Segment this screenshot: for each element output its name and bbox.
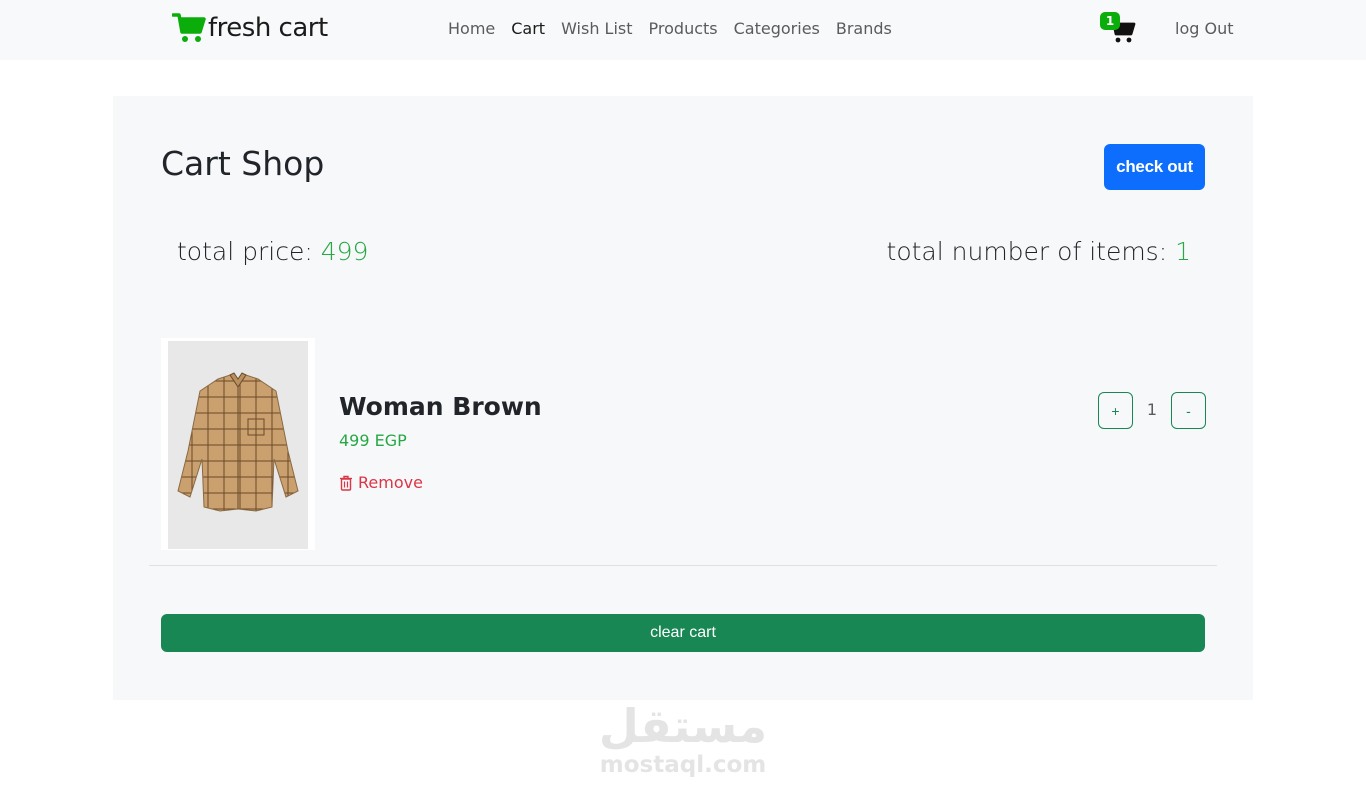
product-image-backdrop [168,341,308,549]
product-name: Woman Brown [339,392,542,421]
item-divider [149,565,1217,566]
total-price-value: 499 [320,237,369,266]
checkout-button[interactable]: check out [1104,144,1205,190]
total-price: total price: 499 [177,237,368,266]
nav-link-cart[interactable]: Cart [503,19,553,38]
total-price-label: total price: [177,237,321,266]
cart-panel: Cart Shop check out total price: 499 tot… [113,96,1253,700]
navbar: fresh cart Home Cart Wish List Products … [0,0,1366,60]
remove-label: Remove [358,473,423,492]
nav-cart-button[interactable]: 1 [1100,12,1140,46]
cart-count-badge: 1 [1100,12,1120,30]
shirt-image [177,372,299,512]
watermark-arabic: مستقل [598,699,768,753]
nav-link-brands[interactable]: Brands [828,19,900,38]
quantity-value: 1 [1146,400,1158,419]
total-items-value: 1 [1175,237,1191,266]
nav-link-products[interactable]: Products [641,19,726,38]
remove-item-button[interactable]: Remove [339,473,423,492]
watermark-latin: mostaql.com [599,752,767,778]
quantity-decrease-button[interactable]: - [1171,392,1206,429]
total-items: total number of items: 1 [887,237,1191,266]
clear-cart-button[interactable]: clear cart [161,614,1205,652]
trash-icon [340,475,352,491]
quantity-increase-button[interactable]: + [1098,392,1133,429]
nav-links: Home Cart Wish List Products Categories … [440,19,900,38]
shopping-cart-icon [172,13,206,42]
nav-link-categories[interactable]: Categories [726,19,828,38]
product-price: 499 EGP [339,431,407,450]
total-items-label: total number of items: [886,237,1176,266]
nav-link-home[interactable]: Home [440,19,503,38]
brand-name: fresh cart [208,13,328,43]
nav-link-wish-list[interactable]: Wish List [553,19,640,38]
logout-link[interactable]: log Out [1175,19,1233,38]
product-image [161,338,315,550]
brand-logo[interactable]: fresh cart [172,10,328,46]
watermark-logo: مستقل mostaql.com [580,700,786,790]
page-title: Cart Shop [161,144,325,183]
